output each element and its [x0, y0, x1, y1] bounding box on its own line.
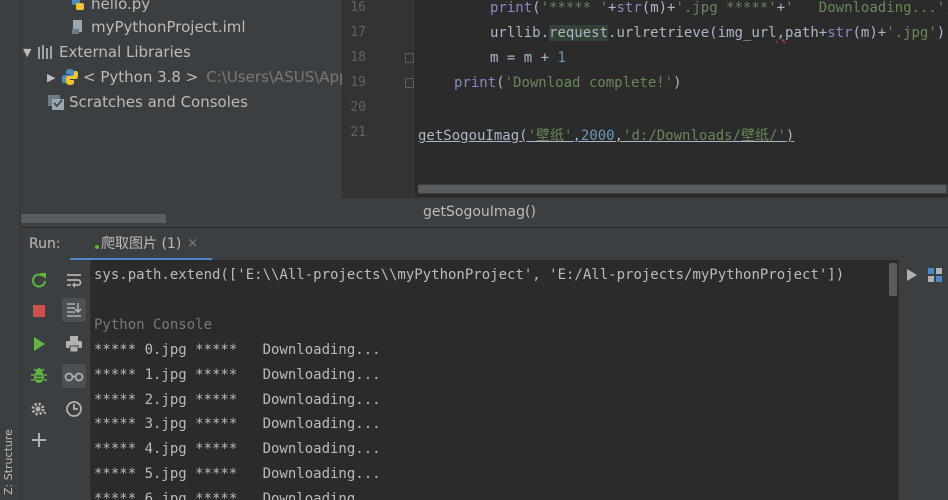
bug-icon: [31, 368, 47, 383]
chevron-down-icon[interactable]: ▼: [23, 46, 37, 59]
project-tree: hello.py myPythonProject.iml ▼ External …: [21, 0, 342, 227]
tree-item-iml-file[interactable]: myPythonProject.iml: [69, 16, 246, 38]
soft-wrap-icon: [67, 274, 82, 288]
run-tab[interactable]: 爬取图片 (1) ×: [70, 228, 212, 261]
code-line-19: print('Download complete!'): [454, 75, 682, 91]
breadcrumb-item[interactable]: getSogouImag(): [423, 204, 536, 220]
console-vertical-scrollbar[interactable]: [888, 260, 898, 500]
clock-icon: [66, 401, 82, 417]
tree-horizontal-scrollbar[interactable]: [21, 214, 166, 223]
run-button[interactable]: [27, 332, 51, 356]
run-toolbar-secondary: [57, 260, 91, 500]
tree-item-label: Scratches and Consoles: [69, 93, 248, 111]
scroll-to-end-button[interactable]: [62, 298, 86, 322]
tree-item-label: myPythonProject.iml: [91, 18, 246, 36]
editor-horizontal-scrollbar[interactable]: [418, 184, 948, 194]
run-tab-label: 爬取图片 (1): [101, 236, 182, 252]
sdk-path: C:\Users\ASUS\App: [206, 68, 342, 86]
module-file-icon: [69, 18, 87, 36]
console-line: ***** 3.jpg ***** Downloading...: [94, 416, 381, 432]
scratches-icon: [47, 93, 65, 111]
tree-item-external-libraries[interactable]: ▼ External Libraries: [23, 41, 191, 63]
print-button[interactable]: [62, 332, 86, 356]
console-line: ***** 4.jpg ***** Downloading...: [94, 441, 381, 457]
line-number: 16: [350, 0, 366, 15]
line-number: 21: [350, 125, 366, 140]
layout-button[interactable]: [923, 263, 947, 287]
code-line-21: getSogouImag('壁纸',2000,'d:/Downloads/壁纸/…: [418, 128, 795, 144]
play-icon: [907, 269, 917, 281]
scroll-to-end-icon: [67, 303, 82, 317]
editor-gutter[interactable]: 16 17 18 19 20 21: [342, 0, 414, 197]
console-line: ***** 1.jpg ***** Downloading...: [94, 367, 381, 383]
chevron-right-icon[interactable]: ▶: [47, 71, 61, 84]
new-console-button[interactable]: [27, 428, 51, 452]
line-number: 20: [350, 100, 366, 115]
tree-item-label: hello.py: [91, 0, 151, 13]
line-number: 18: [350, 50, 366, 65]
history-button[interactable]: [62, 397, 86, 421]
fold-marker-icon[interactable]: [405, 53, 414, 63]
line-number: 19: [350, 75, 366, 90]
console-header: Python Console: [94, 317, 213, 333]
show-variables-button[interactable]: [62, 364, 86, 388]
code-editor[interactable]: 16 17 18 19 20 21 print('***** '+str(m)+…: [342, 0, 948, 197]
debug-button[interactable]: [27, 364, 51, 388]
console-line: ***** 5.jpg ***** Downloading...: [94, 466, 381, 482]
soft-wrap-button[interactable]: [62, 268, 86, 292]
console-line: ***** 2.jpg ***** Downloading...: [94, 392, 381, 408]
settings-button[interactable]: [27, 397, 51, 421]
structure-tool-button[interactable]: Z: Structure: [2, 429, 15, 495]
resume-button[interactable]: [900, 263, 924, 287]
python-sdk-icon: [61, 68, 79, 86]
run-tool-window-header: Run: 爬取图片 (1) ×: [21, 227, 948, 261]
console-line: ***** 0.jpg ***** Downloading...: [94, 342, 381, 358]
play-icon: [34, 337, 45, 351]
line-number: 17: [350, 25, 366, 40]
close-icon[interactable]: ×: [187, 236, 198, 251]
code-line-16: print('***** '+str(m)+'.jpg *****'+' Dow…: [490, 0, 948, 16]
library-icon: [37, 43, 55, 61]
rerun-button[interactable]: [27, 268, 51, 292]
tree-item-label: External Libraries: [59, 43, 191, 61]
rerun-icon: [32, 273, 46, 288]
breadcrumb: getSogouImag(): [342, 197, 948, 227]
running-indicator-icon: [95, 245, 99, 249]
console-output[interactable]: sys.path.extend(['E:\\All-projects\\myPy…: [91, 260, 888, 500]
run-toolbar-primary: [21, 260, 57, 500]
code-line-18: m = m + 1: [490, 50, 566, 66]
tree-item-label: < Python 3.8 >: [83, 68, 199, 86]
grid-layout-icon: [928, 268, 942, 282]
scrollbar-thumb[interactable]: [889, 263, 897, 296]
console-line: sys.path.extend(['E:\\All-projects\\myPy…: [94, 267, 845, 283]
variables-panel: [898, 260, 948, 500]
left-tool-strip: Z: Structure: [0, 0, 21, 500]
glasses-icon: [64, 372, 84, 382]
fold-marker-icon[interactable]: [405, 78, 414, 88]
console-line: ***** 6.jpg ***** Downloading...: [94, 491, 381, 500]
python-file-icon: [69, 0, 87, 13]
tree-item-python-sdk[interactable]: ▶ < Python 3.8 > C:\Users\ASUS\App: [47, 66, 342, 88]
gear-icon: [31, 402, 46, 416]
tree-item-hello-py[interactable]: hello.py: [69, 0, 150, 15]
printer-icon: [66, 336, 82, 353]
tree-item-scratches[interactable]: Scratches and Consoles: [47, 91, 248, 113]
stop-icon: [33, 305, 45, 317]
plus-icon: [32, 433, 46, 447]
code-area[interactable]: print('***** '+str(m)+'.jpg *****'+' Dow…: [418, 0, 948, 197]
scrollbar-thumb[interactable]: [418, 185, 946, 193]
run-label: Run:: [29, 236, 61, 252]
stop-button[interactable]: [27, 299, 51, 323]
code-line-17: urllib.request.urlretrieve(img_url,path+…: [490, 25, 946, 41]
